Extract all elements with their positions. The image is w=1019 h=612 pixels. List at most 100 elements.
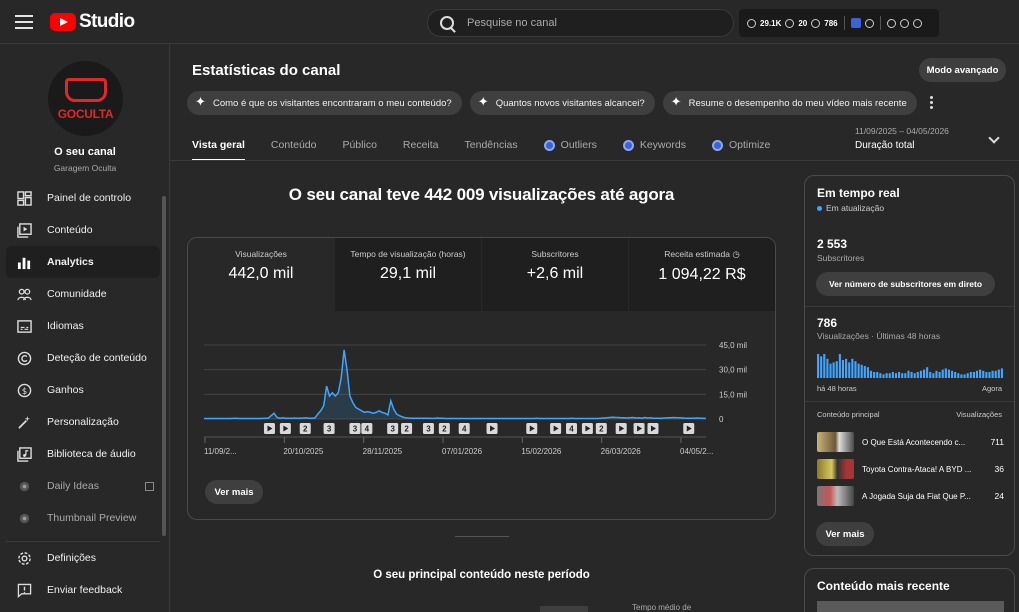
tab-audience[interactable]: Público (342, 130, 376, 160)
extension-icon[interactable] (850, 18, 861, 28)
x-tick-label: 28/11/2025 (363, 447, 403, 456)
sidebar-scrollbar[interactable] (162, 196, 166, 536)
chevron-down-icon[interactable] (988, 132, 1000, 144)
avatar[interactable]: GOCULTA (48, 61, 123, 136)
realtime-bar (919, 370, 922, 378)
advanced-mode-button[interactable]: Modo avançado (919, 58, 1006, 82)
y-tick-label: 15,0 mil (719, 390, 747, 399)
channel-logo-mark (65, 78, 107, 102)
realtime-bar (972, 372, 975, 378)
divider (805, 401, 1014, 402)
suggestion-chips: Como é que os visitantes encontraram o m… (187, 91, 917, 115)
video-thumbnail (817, 459, 854, 479)
realtime-bar (851, 358, 854, 378)
channel-handle: Garagem Oculta (53, 163, 117, 173)
clock-icon (747, 18, 756, 28)
search-input[interactable]: Pesquise no canal (427, 9, 734, 37)
realtime-bar (929, 372, 932, 378)
tab-label: Outliers (560, 139, 597, 151)
video-views: 24 (994, 491, 1004, 501)
sidebar-item-dashboard[interactable]: Painel de controlo (6, 182, 160, 214)
video-thumbnail (817, 486, 854, 506)
extension-toolbar[interactable]: 29.1K 20 786 (739, 9, 939, 37)
suggestion-chip[interactable]: Como é que os visitantes encontraram o m… (187, 91, 462, 115)
list-icon[interactable] (864, 18, 874, 28)
realtime-bar (969, 372, 972, 378)
sparkle-icon[interactable] (912, 18, 922, 28)
see-more-button[interactable]: Ver mais (205, 480, 263, 504)
list-item[interactable]: O Que Está Acontecendo c... 711 (817, 432, 1004, 452)
live-dot-icon (817, 205, 822, 211)
realtime-bar (901, 373, 904, 378)
sidebar-item-label: Personalização (47, 416, 119, 428)
sidebar-item-content[interactable]: Conteúdo (6, 214, 160, 246)
y-tick-label: 45,0 mil (719, 341, 747, 350)
sidebar-item-daily-ideas[interactable]: Daily Ideas (6, 470, 160, 502)
sidebar-item-languages[interactable]: Idiomas (6, 310, 160, 342)
realtime-bar (820, 356, 823, 378)
dollar-icon: $ (17, 383, 32, 398)
sidebar-item-label: Deteção de conteúdo (47, 352, 147, 364)
suggestion-chip[interactable]: Resume o desempenho do meu vídeo mais re… (662, 91, 917, 115)
x-tick-label: 26/03/2026 (601, 447, 642, 456)
metric-subscribers[interactable]: Subscritores +2,6 mil (482, 238, 629, 311)
tab-optimize[interactable]: Optimize (711, 130, 770, 160)
studio-logo[interactable]: Studio (50, 11, 135, 33)
more-options-icon[interactable] (930, 96, 936, 110)
metric-label-text: Receita estimada (664, 249, 730, 259)
metric-views[interactable]: Visualizações 442,0 mil (188, 238, 335, 311)
realtime-bar (826, 358, 829, 378)
realtime-bar (938, 372, 941, 378)
realtime-title: Em tempo real (817, 186, 900, 200)
tab-keywords[interactable]: Keywords (622, 130, 686, 160)
list-item[interactable]: A Jogada Suja da Fiat Que P... 24 (817, 486, 1004, 506)
sidebar-item-analytics[interactable]: Analytics (6, 246, 160, 278)
sidebar-item-customization[interactable]: Personalização (6, 406, 160, 438)
chat-icon[interactable] (899, 18, 909, 28)
video-count-label: 2 (303, 425, 308, 434)
realtime-bar (907, 370, 910, 378)
realtime-views-label: Visualizações · Últimas 48 horas (817, 331, 941, 341)
youtube-logo-icon (50, 13, 76, 31)
sidebar-item-earnings[interactable]: $ Ganhos (6, 374, 160, 406)
video-count-label: 3 (353, 425, 358, 434)
realtime-bar (997, 369, 1000, 378)
divider (879, 16, 881, 30)
suggestion-chip[interactable]: Quantos novos visitantes alcancei? (469, 91, 655, 115)
metric-revenue[interactable]: Receita estimada ◷ 1 094,22 R$ (629, 238, 775, 311)
sparkle-icon (195, 94, 207, 110)
sidebar-item-community[interactable]: Comunidade (6, 278, 160, 310)
sidebar-item-content-detection[interactable]: Deteção de conteúdo (6, 342, 160, 374)
date-range-picker[interactable]: 11/09/2025 – 04/05/2026 Duração total (855, 126, 949, 151)
sidebar-item-settings[interactable]: Definições (6, 542, 160, 574)
sidebar-item-audio-library[interactable]: Biblioteca de áudio (6, 438, 160, 470)
tab-revenue[interactable]: Receita (403, 130, 439, 160)
tab-content[interactable]: Conteúdo (271, 130, 317, 160)
sidebar-item-feedback[interactable]: Enviar feedback (6, 574, 160, 606)
realtime-bar (926, 367, 929, 378)
realtime-bar (994, 370, 997, 378)
magic-wand-icon (17, 415, 32, 430)
see-more-button[interactable]: Ver mais (816, 522, 874, 546)
sidebar-item-thumbnail-preview[interactable]: Thumbnail Preview (6, 502, 160, 534)
menu-icon[interactable] (14, 12, 34, 32)
tab-outliers[interactable]: Outliers (543, 130, 597, 160)
realtime-bar (916, 372, 919, 378)
tab-overview[interactable]: Vista geral (192, 130, 245, 161)
dashboard-icon (17, 190, 32, 206)
metric-watch-time[interactable]: Tempo de visualização (horas) 29,1 mil (335, 238, 482, 311)
tab-trends[interactable]: Tendências (465, 130, 518, 160)
video-thumbnail[interactable] (817, 601, 1004, 612)
extension-icon (711, 139, 723, 151)
realtime-bar (854, 361, 857, 378)
analytics-icon (17, 255, 32, 270)
video-views: 711 (990, 437, 1004, 447)
realtime-bar-chart[interactable] (817, 354, 1004, 378)
extension-icon (543, 139, 555, 151)
realtime-axis-start: há 48 horas (817, 384, 857, 393)
realtime-bar (991, 370, 994, 378)
live-subscriber-count-button[interactable]: Ver número de subscritores em direto (816, 272, 995, 296)
list-item[interactable]: Toyota Contra-Ataca! A BYD ... 36 (817, 459, 1004, 479)
views-line-chart[interactable]: 45,0 mil30,0 mil15,0 mil02 3 3 4 3 2 3 2 4 4 211/0… (188, 311, 776, 481)
tools-icon[interactable] (886, 18, 896, 28)
